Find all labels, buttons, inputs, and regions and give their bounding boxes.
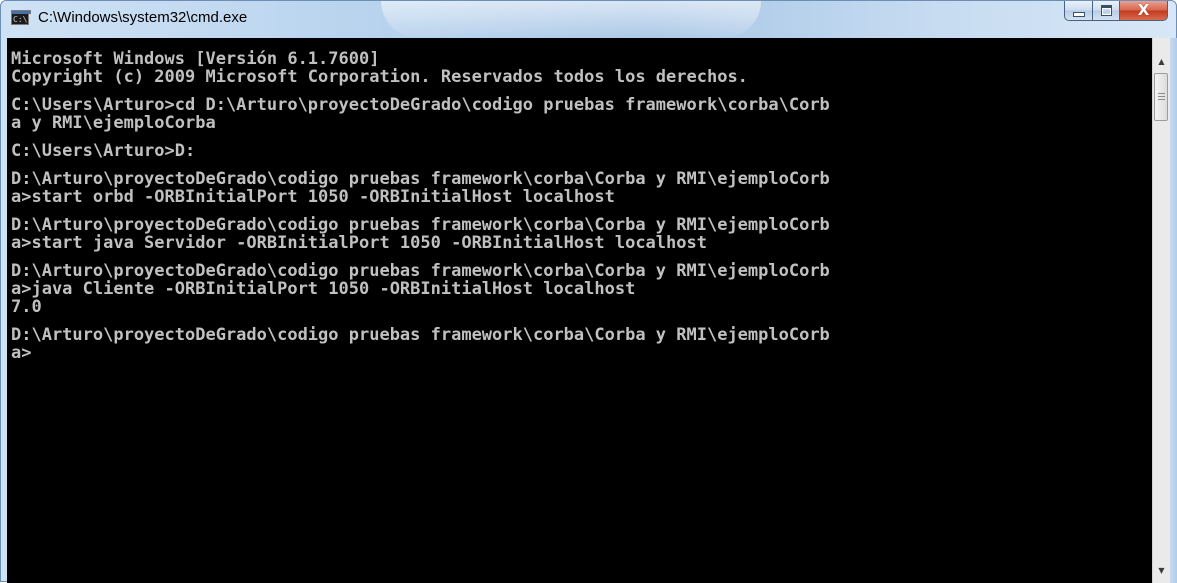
scroll-up-arrow-icon[interactable]: ▲ <box>1153 52 1170 70</box>
console-line: a>java Cliente -ORBInitialPort 1050 -ORB… <box>11 279 636 299</box>
window-title: C:\Windows\system32\cmd.exe <box>38 9 248 26</box>
title-bar-glow <box>381 1 761 38</box>
cmd-app-icon[interactable]: C:\ <box>11 10 31 25</box>
console-line: C:\Users\Arturo>D: <box>11 141 196 161</box>
maximize-button[interactable] <box>1093 1 1120 21</box>
scrollbar-thumb[interactable] <box>1154 73 1168 121</box>
scrollbar-grip-line <box>1158 96 1165 97</box>
minimize-button[interactable] <box>1064 1 1093 21</box>
console-line: C:\Users\Arturo>cd D:\Arturo\proyectoDeG… <box>11 95 830 115</box>
scroll-down-arrow-icon[interactable]: ▼ <box>1153 561 1170 579</box>
close-icon: X <box>1137 1 1150 19</box>
vertical-scrollbar[interactable]: ▲ ▼ <box>1152 38 1170 583</box>
close-button[interactable]: X <box>1120 1 1168 21</box>
console-line: a>start orbd -ORBInitialPort 1050 -ORBIn… <box>11 187 615 207</box>
console-output-area[interactable]: Microsoft Windows [Versión 6.1.7600] Copy… <box>7 38 1152 583</box>
maximize-icon <box>1100 5 1112 16</box>
window-frame-right <box>1170 38 1177 583</box>
console-line: a y RMI\ejemploCorba <box>11 113 216 133</box>
caption-buttons: X <box>1064 1 1168 22</box>
console-line: Copyright (c) 2009 Microsoft Corporation… <box>11 67 748 87</box>
console-line: D:\Arturo\proyectoDeGrado\codigo pruebas… <box>11 169 830 189</box>
console-text: Microsoft Windows [Versión 6.1.7600] Copy… <box>7 38 1152 362</box>
console-line: a> <box>11 343 32 363</box>
scrollbar-grip-line <box>1158 93 1165 94</box>
console-line: a>start java Servidor -ORBInitialPort 10… <box>11 233 707 253</box>
console-line: D:\Arturo\proyectoDeGrado\codigo pruebas… <box>11 325 830 345</box>
console-line: D:\Arturo\proyectoDeGrado\codigo pruebas… <box>11 261 830 281</box>
cmd-window: C:\ C:\Windows\system32\cmd.exe X Micros… <box>0 0 1177 583</box>
title-bar[interactable]: C:\ C:\Windows\system32\cmd.exe X <box>1 1 1176 38</box>
scrollbar-grip-line <box>1158 99 1165 100</box>
minimize-icon <box>1072 12 1085 17</box>
console-line: 7.0 <box>11 297 42 317</box>
console-line: Microsoft Windows [Versión 6.1.7600] <box>11 49 380 69</box>
console-line: D:\Arturo\proyectoDeGrado\codigo pruebas… <box>11 215 830 235</box>
